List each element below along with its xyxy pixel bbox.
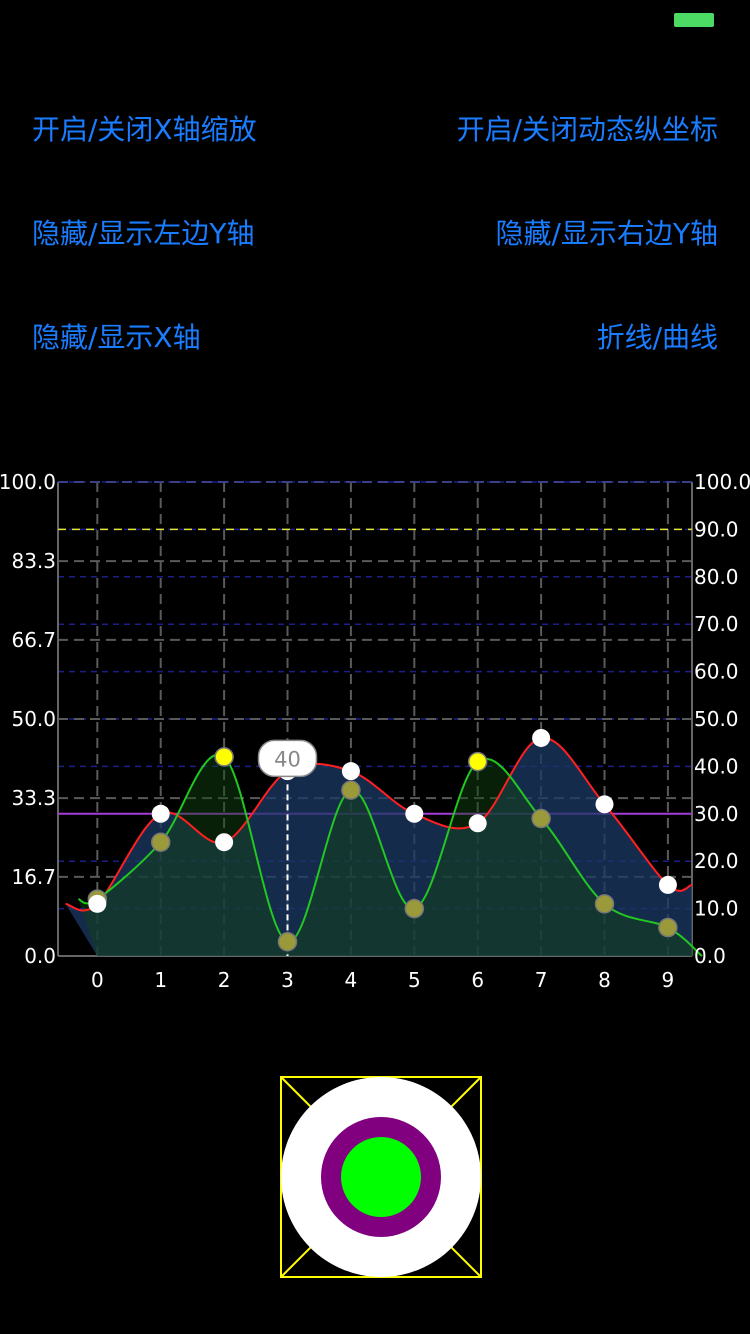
toggle-dynamic-y-button[interactable]: 开启/关闭动态纵坐标	[457, 110, 718, 150]
x-tick-label: 2	[218, 968, 231, 992]
x-tick-label: 9	[662, 968, 675, 992]
data-point	[531, 808, 551, 829]
x-tick-label: 5	[408, 968, 421, 992]
y-right-tick-label: 40.0	[694, 754, 739, 778]
y-right-tick-label: 0.0	[694, 944, 726, 968]
y-right-tick-label: 100.0	[694, 470, 750, 494]
y-right-tick-label: 70.0	[694, 612, 739, 636]
tooltip-label: 40	[274, 747, 301, 771]
y-right-tick-label: 50.0	[694, 707, 739, 731]
data-point	[595, 795, 614, 814]
y-left-tick-label: 100.0	[0, 470, 56, 494]
toggle-x-zoom-button[interactable]: 开启/关闭X轴缩放	[32, 110, 257, 150]
x-tick-label: 8	[598, 968, 611, 992]
data-point	[341, 780, 361, 800]
data-point	[215, 833, 234, 852]
y-right-tick-label: 80.0	[694, 565, 739, 589]
x-tick-label: 7	[535, 968, 548, 992]
data-point	[150, 832, 171, 852]
data-point	[277, 932, 298, 952]
data-point	[658, 917, 678, 938]
data-point	[658, 875, 677, 894]
data-point	[214, 747, 234, 767]
data-point	[467, 751, 488, 772]
data-point	[88, 894, 107, 913]
line-chart[interactable]: 400.016.733.350.066.783.3100.00.010.020.…	[0, 460, 750, 1000]
y-right-tick-label: 30.0	[694, 802, 739, 826]
x-tick-label: 3	[281, 968, 294, 992]
y-left-tick-label: 50.0	[11, 707, 56, 731]
line-curve-toggle-button[interactable]: 折线/曲线	[597, 318, 718, 358]
y-left-tick-label: 66.7	[11, 628, 56, 652]
toggle-left-y-axis-button[interactable]: 隐藏/显示左边Y轴	[32, 214, 255, 254]
y-left-tick-label: 0.0	[24, 944, 56, 968]
y-left-tick-label: 33.3	[11, 786, 56, 810]
x-tick-label: 1	[154, 968, 167, 992]
data-point	[532, 728, 551, 747]
y-right-tick-label: 90.0	[694, 517, 739, 541]
y-right-tick-label: 20.0	[694, 849, 739, 873]
data-point	[405, 804, 424, 823]
data-point	[151, 804, 170, 823]
battery-icon	[674, 13, 714, 27]
data-point	[594, 894, 615, 914]
y-left-tick-label: 16.7	[11, 865, 56, 889]
y-left-tick-label: 83.3	[11, 549, 56, 573]
toggle-right-y-axis-button[interactable]: 隐藏/显示右边Y轴	[495, 214, 718, 254]
marker-center-dot	[341, 1137, 421, 1217]
data-point	[341, 762, 360, 781]
y-right-tick-label: 10.0	[694, 897, 739, 921]
x-tick-label: 6	[471, 968, 484, 992]
target-marker	[280, 1076, 482, 1278]
x-tick-label: 4	[345, 968, 358, 992]
data-point	[468, 814, 487, 833]
x-tick-label: 0	[91, 968, 104, 992]
y-right-tick-label: 60.0	[694, 660, 739, 684]
toggle-x-axis-button[interactable]: 隐藏/显示X轴	[32, 318, 201, 358]
data-point	[404, 898, 425, 919]
